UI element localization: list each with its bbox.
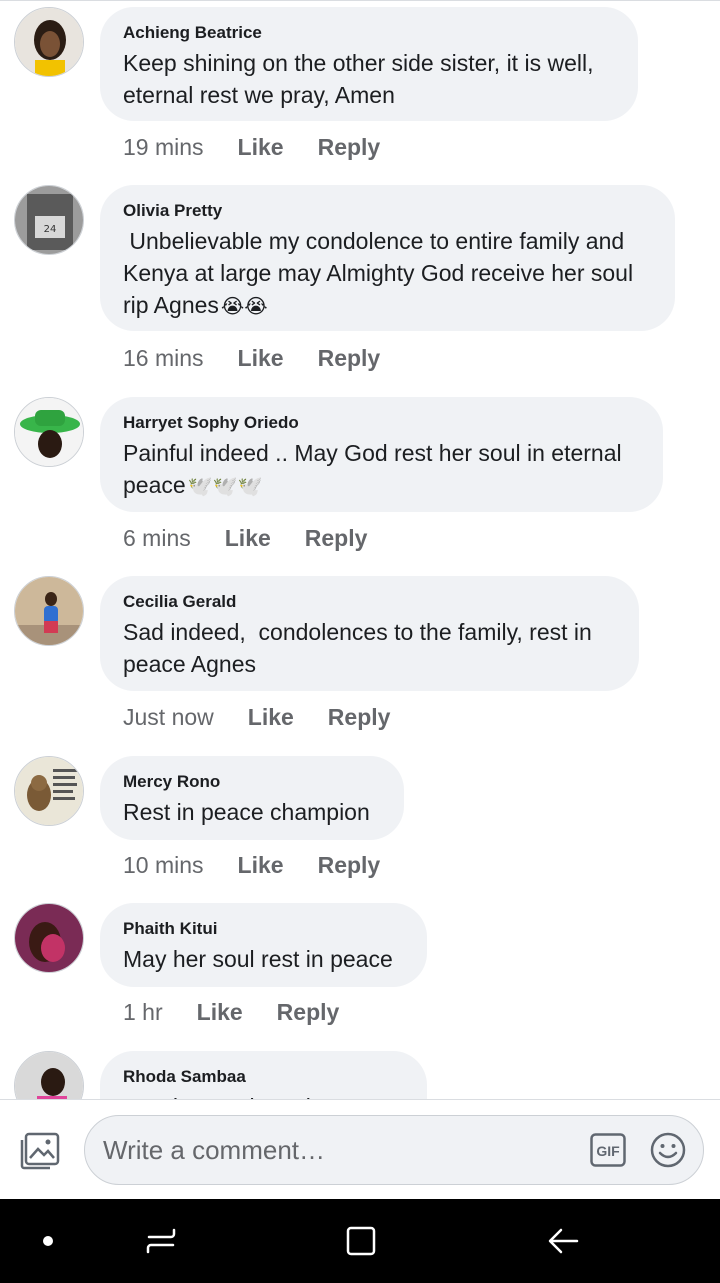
comment-time[interactable]: 10 mins: [123, 852, 204, 879]
comment-text: May her soul rest in peace: [123, 946, 393, 972]
comment-author[interactable]: Harryet Sophy Oriedo: [123, 413, 641, 433]
svg-text:24: 24: [44, 224, 57, 235]
comment-text: Sad indeed, condolences to the family, r…: [123, 619, 592, 677]
recents-icon[interactable]: [141, 1221, 181, 1261]
gif-icon[interactable]: GIF: [590, 1133, 626, 1167]
comment-bubble[interactable]: Rhoda Sambaa May her soul rest in peace: [100, 1051, 427, 1099]
comment-time[interactable]: 6 mins: [123, 525, 191, 552]
like-button[interactable]: Like: [238, 345, 284, 372]
reply-button[interactable]: Reply: [318, 134, 381, 161]
comment-input[interactable]: [103, 1129, 573, 1171]
comment-author[interactable]: Rhoda Sambaa: [123, 1067, 405, 1087]
comment-bubble[interactable]: Olivia Pretty Unbelievable my condolence…: [100, 185, 675, 331]
comment-text: Unbelievable my condolence to entire fam…: [123, 225, 653, 323]
avatar[interactable]: [14, 1051, 84, 1099]
comment-actions: 6 mins Like Reply: [123, 525, 367, 552]
reply-button[interactable]: Reply: [277, 999, 340, 1026]
avatar[interactable]: [14, 576, 84, 646]
comment-composer: GIF: [0, 1099, 720, 1199]
gif-label: GIF: [596, 1143, 620, 1159]
comment-bubble[interactable]: Mercy Rono Rest in peace champion: [100, 756, 404, 840]
comment-author[interactable]: Olivia Pretty: [123, 201, 653, 221]
comment-text: May her soul rest in peace: [123, 1091, 405, 1099]
comment-feed[interactable]: Achieng Beatrice Keep shining on the oth…: [0, 0, 720, 1099]
comment-text: Keep shining on the other side sister, i…: [123, 50, 594, 108]
comment-bubble[interactable]: Harryet Sophy Oriedo Painful indeed .. M…: [100, 397, 663, 512]
comment-author[interactable]: Achieng Beatrice: [123, 23, 616, 43]
like-button[interactable]: Like: [248, 704, 294, 731]
comment-input-wrapper: GIF: [84, 1115, 704, 1185]
comment-time[interactable]: Just now: [123, 704, 214, 731]
like-button[interactable]: Like: [197, 999, 243, 1026]
reply-button[interactable]: Reply: [318, 852, 381, 879]
comment-bubble[interactable]: Achieng Beatrice Keep shining on the oth…: [100, 7, 638, 121]
photo-icon[interactable]: [20, 1132, 60, 1170]
comment-actions: 19 mins Like Reply: [123, 134, 380, 161]
avatar[interactable]: [14, 397, 84, 467]
reply-button[interactable]: Reply: [305, 525, 368, 552]
dove-emoji-icon: 🕊️🕊️🕊️: [187, 475, 263, 498]
dot-icon[interactable]: [28, 1221, 68, 1261]
like-button[interactable]: Like: [238, 852, 284, 879]
avatar[interactable]: [14, 7, 84, 77]
reply-button[interactable]: Reply: [328, 704, 391, 731]
comment-author[interactable]: Phaith Kitui: [123, 919, 405, 939]
back-icon[interactable]: [543, 1221, 583, 1261]
system-navigation-bar: [0, 1199, 720, 1283]
comment-text: Painful indeed .. May God rest her soul …: [123, 437, 641, 503]
comment-actions: Just now Like Reply: [123, 704, 390, 731]
emoji-icon[interactable]: [650, 1132, 686, 1168]
avatar[interactable]: [14, 903, 84, 973]
comment-time[interactable]: 16 mins: [123, 345, 204, 372]
comment-author[interactable]: Cecilia Gerald: [123, 592, 617, 612]
comment-time[interactable]: 1 hr: [123, 999, 163, 1026]
comment-bubble[interactable]: Phaith Kitui May her soul rest in peace: [100, 903, 427, 987]
comment-time[interactable]: 19 mins: [123, 134, 204, 161]
like-button[interactable]: Like: [238, 134, 284, 161]
reply-button[interactable]: Reply: [318, 345, 381, 372]
comment-actions: 16 mins Like Reply: [123, 345, 380, 372]
avatar[interactable]: [14, 756, 84, 826]
comment-bubble[interactable]: Cecilia Gerald Sad indeed, condolences t…: [100, 576, 639, 691]
like-button[interactable]: Like: [225, 525, 271, 552]
comment-actions: 10 mins Like Reply: [123, 852, 380, 879]
comment-text-content: Unbelievable my condolence to entire fam…: [123, 228, 634, 318]
comment-text: Rest in peace champion: [123, 799, 370, 825]
home-icon[interactable]: [341, 1221, 381, 1261]
comment-actions: 1 hr Like Reply: [123, 999, 339, 1026]
crying-face-emoji-icon: 😭😭: [220, 295, 268, 318]
comment-author[interactable]: Mercy Rono: [123, 772, 382, 792]
avatar[interactable]: 24: [14, 185, 84, 255]
